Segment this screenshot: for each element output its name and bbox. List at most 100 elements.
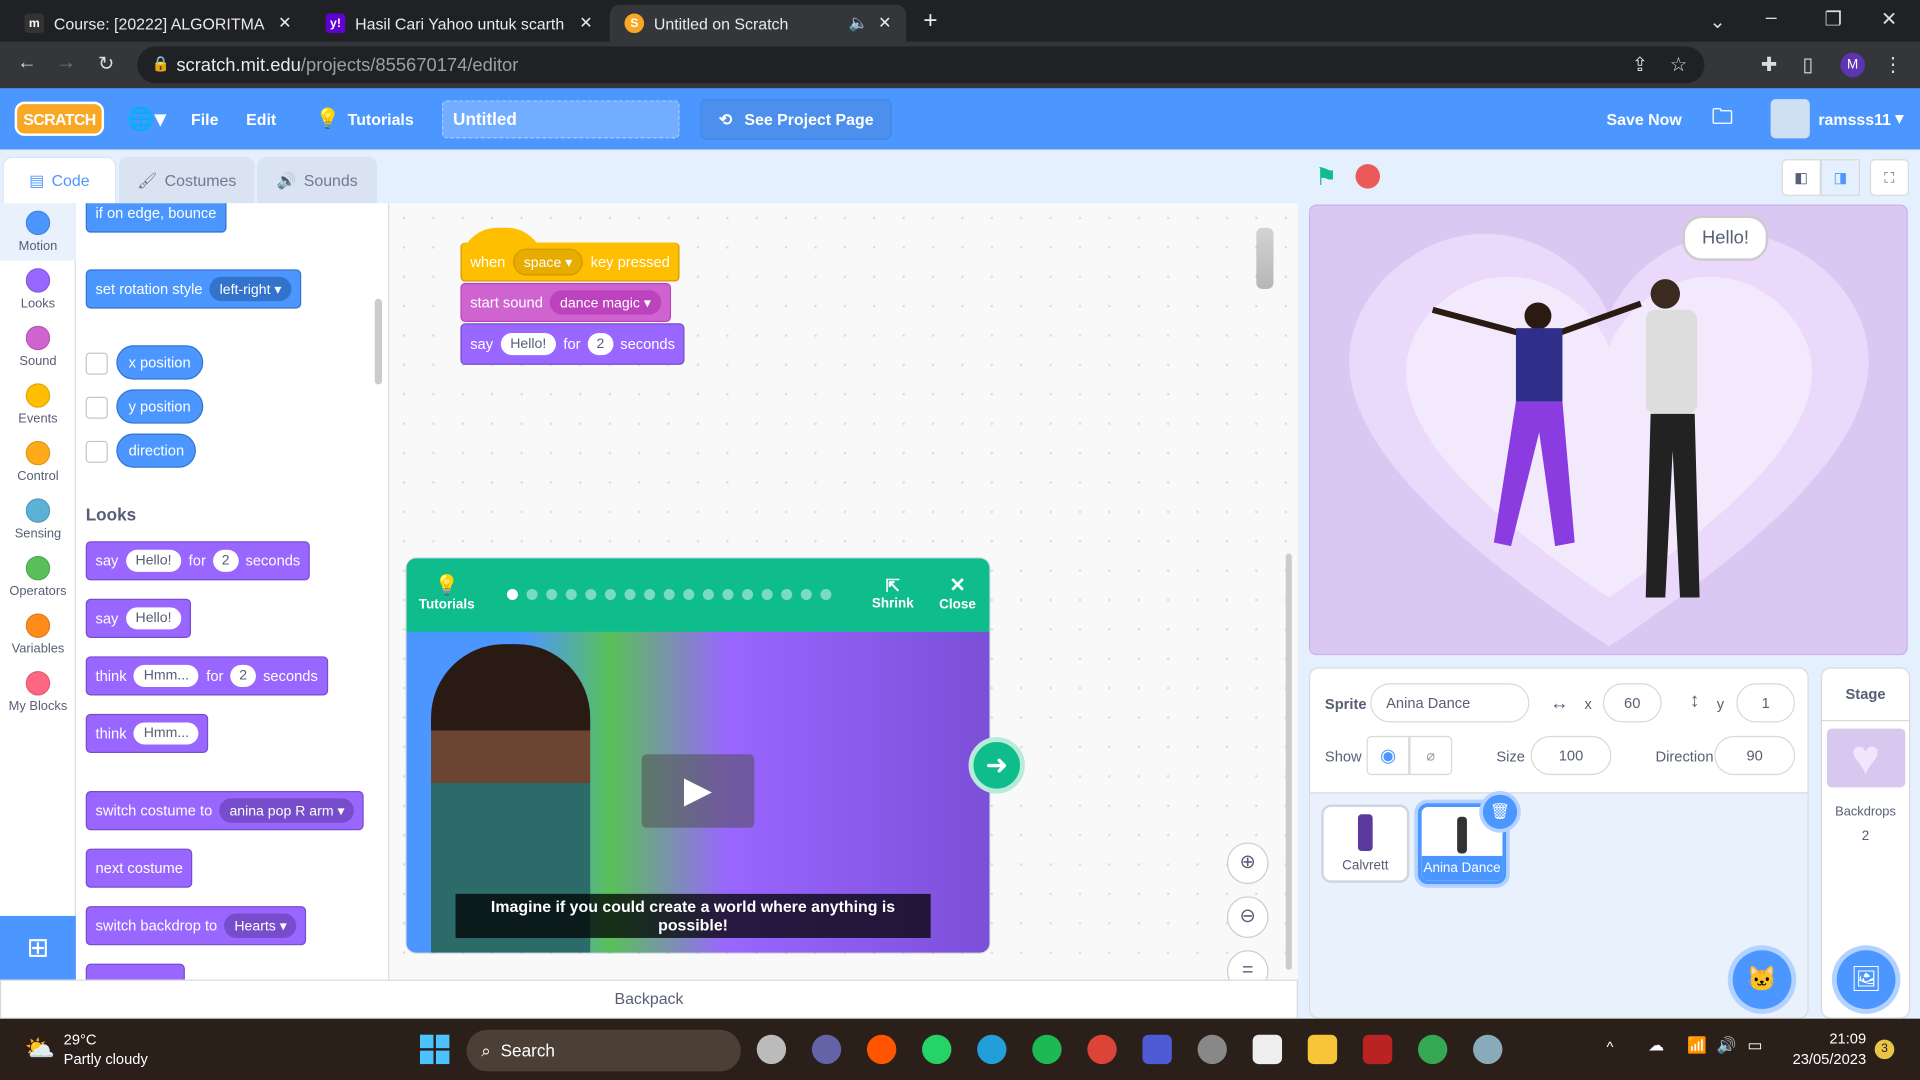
step-dot[interactable] (663, 588, 675, 601)
x-input[interactable]: 60 (1602, 683, 1662, 723)
choose-sprite-button[interactable]: 🐱 (1732, 950, 1792, 1009)
step-dot[interactable] (624, 588, 636, 601)
file-explorer-window-icon[interactable] (756, 1034, 787, 1065)
number-input[interactable]: 2 (213, 549, 239, 572)
show-visible-button[interactable]: ◉ (1366, 735, 1410, 776)
restore-button[interactable]: ❐ (1824, 7, 1842, 31)
script-when-key-pressed[interactable]: when space ▾ key pressed (460, 242, 680, 282)
tutorials-button[interactable]: 💡 Tutorials (316, 88, 414, 149)
block-say-for-seconds[interactable]: say Hello! for 2 seconds (85, 541, 311, 581)
number-input[interactable]: 2 (587, 333, 613, 356)
weather-temp[interactable]: 29°C (64, 1031, 97, 1048)
y-position-checkbox[interactable] (85, 396, 108, 419)
block-switch-backdrop[interactable]: switch backdrop to Hearts ▾ (85, 906, 307, 946)
green-flag-icon[interactable]: ⚑ (1315, 162, 1337, 193)
minimize-button[interactable]: – (1766, 7, 1777, 29)
chrome-profile-icon[interactable] (1417, 1034, 1448, 1065)
wifi-icon[interactable]: 📶 (1687, 1036, 1707, 1056)
block-if-on-edge-bounce[interactable]: if on edge, bounce (85, 203, 227, 233)
browser-tab-scratch[interactable]: S Untitled on Scratch 🔈 ✕ (609, 4, 907, 42)
category-variables[interactable]: Variables (0, 606, 76, 664)
next-step-arrow-button[interactable]: ➜ (968, 737, 1025, 794)
whatsapp-icon[interactable] (922, 1034, 952, 1065)
close-window-button[interactable]: ✕ (1881, 7, 1897, 31)
stage-selector-panel[interactable]: Stage ♥ Backdrops 2 🖼 (1820, 667, 1911, 1019)
y-input[interactable]: 1 (1736, 683, 1796, 723)
notification-badge[interactable]: 3 (1874, 1039, 1895, 1060)
category-events[interactable]: Events (0, 376, 76, 434)
clock-time[interactable]: 21:09 (1788, 1030, 1866, 1047)
tab-search-icon[interactable]: ⌄ (1709, 10, 1725, 34)
tab-costumes[interactable]: 🖌 Costumes (118, 156, 255, 204)
backpack[interactable]: Backpack (0, 979, 1298, 1019)
step-dot[interactable] (604, 588, 616, 601)
side-panel-icon[interactable]: ▯ (1802, 53, 1813, 77)
block-say[interactable]: say Hello! (85, 598, 192, 638)
reload-icon[interactable]: ↻ (98, 51, 114, 75)
browser-tab-yahoo[interactable]: y! Hasil Cari Yahoo untuk scarth ✕ (311, 5, 607, 42)
step-dot[interactable] (585, 588, 597, 601)
extensions-icon[interactable]: ✚ (1761, 53, 1777, 77)
tutorial-video[interactable]: ▶ Imagine if you could create a world wh… (406, 631, 990, 953)
zoom-out-button[interactable]: ⊖ (1226, 896, 1269, 938)
delete-sprite-trash-icon[interactable]: 🗑 (1482, 794, 1518, 829)
bookmark-star-icon[interactable]: ☆ (1670, 53, 1688, 77)
category-motion[interactable]: Motion (0, 203, 76, 261)
language-globe-icon[interactable]: 🌐▾ (127, 88, 166, 149)
choose-backdrop-button[interactable]: 🖼 (1836, 950, 1896, 1009)
tab-sounds[interactable]: 🔊 Sounds (257, 156, 378, 204)
reporter-direction[interactable]: direction (116, 433, 197, 468)
my-stuff-folder-icon[interactable]: 🗀 (1712, 88, 1733, 149)
show-hidden-button[interactable]: ⌀ (1409, 735, 1453, 776)
step-dot[interactable] (742, 588, 754, 601)
step-dot[interactable] (820, 588, 832, 601)
script-scrollbar[interactable] (1285, 553, 1292, 970)
user-avatar[interactable] (1770, 99, 1810, 139)
costume-dropdown[interactable]: anina pop R arm ▾ (219, 798, 355, 823)
see-project-page-button[interactable]: ⟲ See Project Page (700, 99, 892, 140)
step-dot[interactable] (546, 588, 558, 601)
text-input[interactable]: Hmm... (133, 664, 199, 687)
key-dropdown[interactable]: space ▾ (512, 247, 584, 275)
shrink-button[interactable]: ⇱ Shrink (872, 576, 914, 612)
reporter-y-position[interactable]: y position (116, 389, 203, 424)
file-menu[interactable]: File (191, 88, 218, 149)
step-dot[interactable] (683, 588, 695, 601)
step-dot[interactable] (506, 588, 518, 601)
sound-dropdown[interactable]: dance magic ▾ (550, 290, 661, 315)
palette-scrollbar[interactable] (374, 298, 383, 385)
app-icon[interactable] (1142, 1034, 1172, 1065)
category-sound[interactable]: Sound (0, 318, 76, 376)
forward-icon[interactable]: → (56, 53, 76, 75)
soundcloud-icon[interactable] (866, 1034, 897, 1065)
stop-icon[interactable] (1355, 164, 1381, 189)
direction-checkbox[interactable] (85, 440, 108, 463)
category-control[interactable]: Control (0, 433, 76, 491)
close-tab-icon[interactable]: ✕ (278, 13, 291, 33)
winrar-icon[interactable] (1362, 1034, 1393, 1065)
step-dot[interactable] (800, 588, 812, 601)
rotation-dropdown[interactable]: left-right ▾ (209, 276, 292, 302)
close-tab-icon[interactable]: ✕ (579, 13, 592, 33)
add-extension-button[interactable]: ⊞ (0, 915, 76, 980)
folder-icon[interactable] (1307, 1034, 1338, 1065)
sprite-name-input[interactable]: Anina Dance (1370, 683, 1530, 723)
fullscreen-button[interactable]: ⛶ (1869, 159, 1909, 196)
telegram-icon[interactable] (977, 1034, 1007, 1065)
project-title-input[interactable]: Untitled (442, 100, 680, 139)
block-think[interactable]: think Hmm... (85, 713, 209, 754)
stage-canvas[interactable]: Hello! (1308, 204, 1908, 656)
block-switch-costume[interactable]: switch costume to anina pop R arm ▾ (85, 791, 365, 831)
clock-date[interactable]: 23/05/2023 (1763, 1051, 1867, 1068)
close-button[interactable]: ✕ Close (939, 573, 976, 613)
spotify-icon[interactable] (1032, 1034, 1062, 1065)
url-input[interactable]: 🔒 scratch.mit.edu/projects/855670174/edi… (137, 46, 1705, 84)
text-input[interactable]: Hello! (125, 607, 182, 630)
speaker-icon[interactable]: 🔈 (848, 13, 868, 33)
browser-menu-icon[interactable]: ⋮ (1883, 53, 1903, 77)
block-set-rotation-style[interactable]: set rotation style left-right ▾ (85, 269, 302, 309)
tab-code[interactable]: ▤ Code (2, 156, 117, 204)
profile-avatar[interactable]: M (1840, 52, 1865, 78)
category-sensing[interactable]: Sensing (0, 491, 76, 549)
teams-icon[interactable] (811, 1034, 842, 1065)
